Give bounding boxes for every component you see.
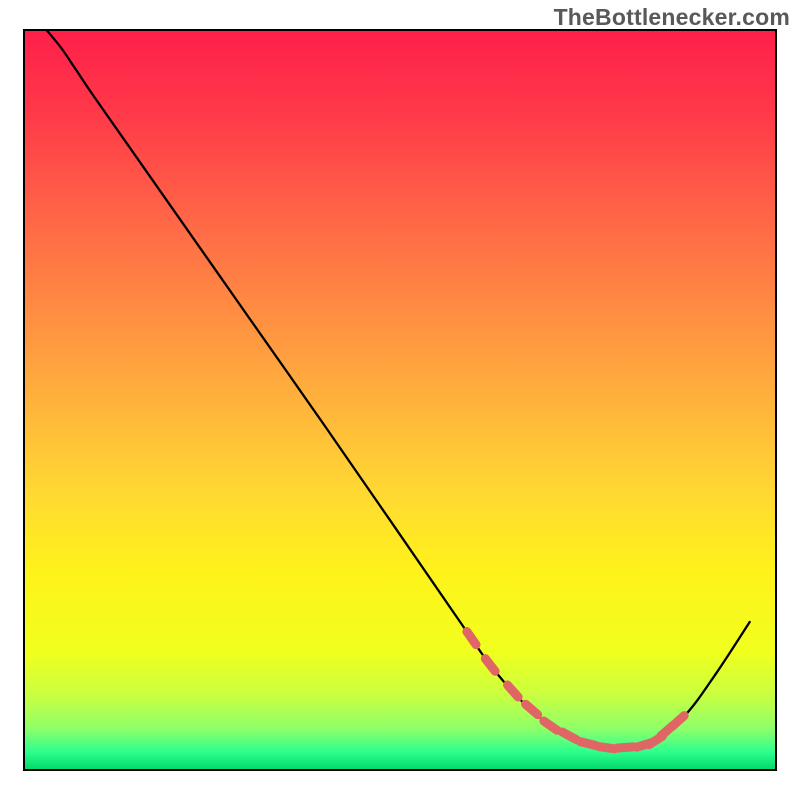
chart-frame: TheBottlenecker.com: [0, 0, 800, 800]
optimal-marker: [599, 747, 615, 749]
optimal-marker: [580, 742, 596, 746]
watermark-label: TheBottlenecker.com: [554, 4, 790, 31]
gradient-background: [24, 30, 776, 770]
bottleneck-curve-chart: [0, 0, 800, 800]
optimal-marker: [618, 747, 634, 748]
